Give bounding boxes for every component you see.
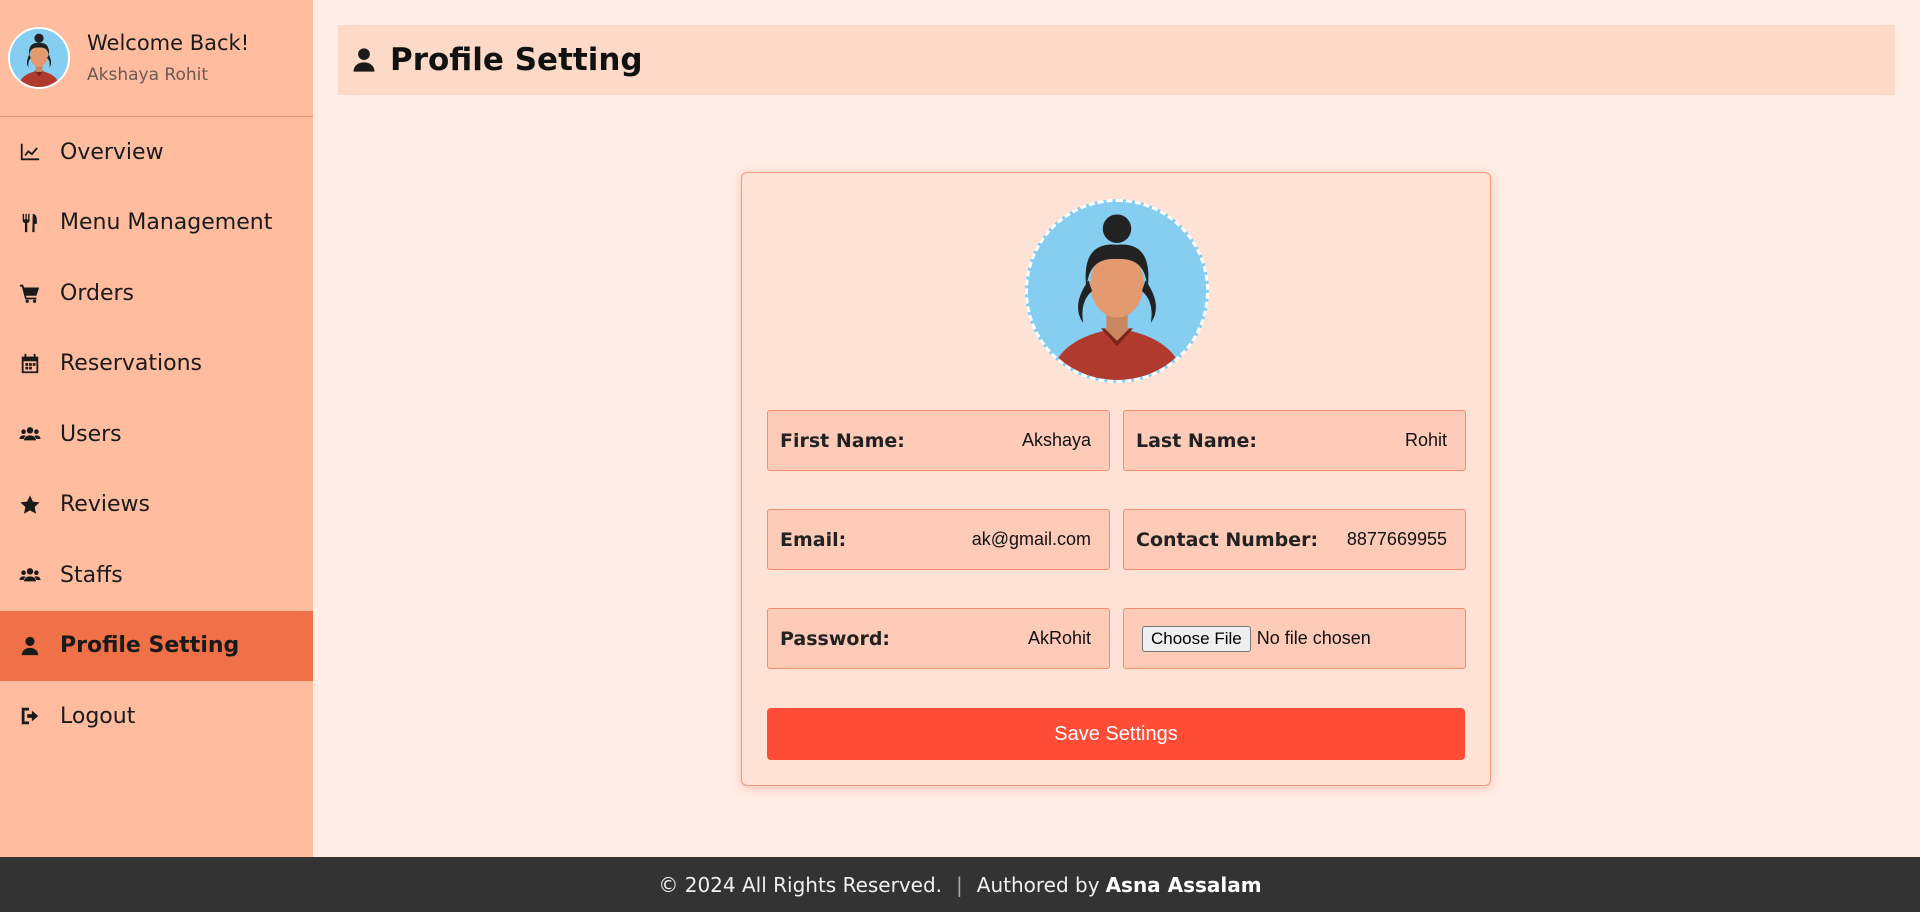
calendar-icon <box>18 352 42 376</box>
sidebar-profile-header: Welcome Back! Akshaya Rohit <box>0 0 313 117</box>
chart-line-icon <box>18 140 42 164</box>
save-settings-button[interactable]: Save Settings <box>767 708 1465 760</box>
first-name-label: First Name: <box>780 429 905 452</box>
first-name-value[interactable]: Akshaya <box>1022 430 1091 451</box>
sidebar-item-users[interactable]: Users <box>0 399 313 470</box>
avatar-illustration <box>10 29 68 87</box>
welcome-block: Welcome Back! Akshaya Rohit <box>87 31 249 85</box>
page-title: Profile Setting <box>390 42 643 78</box>
sidebar-item-staffs[interactable]: Staffs <box>0 540 313 611</box>
page-header: Profile Setting <box>338 25 1895 95</box>
last-name-field[interactable]: Last Name: Rohit <box>1123 410 1466 471</box>
sidebar-item-label: Menu Management <box>60 210 273 236</box>
sidebar: Welcome Back! Akshaya Rohit Overview Men… <box>0 0 313 857</box>
password-field[interactable]: Password: AkRohit <box>767 608 1110 669</box>
user-icon <box>18 634 42 658</box>
utensils-icon <box>18 211 42 235</box>
email-value[interactable]: ak@gmail.com <box>972 529 1091 550</box>
star-icon <box>18 493 42 517</box>
sidebar-item-label: Logout <box>60 703 136 729</box>
sign-out-icon <box>18 704 42 728</box>
sidebar-item-profile-setting[interactable]: Profile Setting <box>0 610 313 681</box>
profile-settings-card: First Name: Akshaya Last Name: Rohit Ema… <box>741 172 1491 786</box>
choose-file-button[interactable]: Choose File <box>1142 625 1251 652</box>
cart-icon <box>18 281 42 305</box>
sidebar-nav: Overview Menu Management Orders Reservat… <box>0 117 313 752</box>
user-name: Akshaya Rohit <box>87 65 209 85</box>
sidebar-item-menu-management[interactable]: Menu Management <box>0 188 313 259</box>
users-icon <box>18 563 42 587</box>
file-upload-field: Choose File No file chosen <box>1123 608 1466 669</box>
sidebar-item-label: Orders <box>60 280 134 306</box>
sidebar-item-label: Reservations <box>60 351 202 377</box>
footer: © 2024 All Rights Reserved. | Authored b… <box>0 857 1920 912</box>
contact-number-value[interactable]: 8877669955 <box>1347 529 1447 550</box>
last-name-value[interactable]: Rohit <box>1405 430 1447 451</box>
contact-number-label: Contact Number: <box>1136 528 1319 551</box>
sidebar-item-label: Overview <box>60 139 164 165</box>
contact-number-field[interactable]: Contact Number: 8877669955 <box>1123 509 1466 570</box>
email-label: Email: <box>780 528 847 551</box>
sidebar-item-label: Profile Setting <box>60 633 240 659</box>
author-name: Asna Assalam <box>1105 872 1262 897</box>
avatar-illustration <box>1028 202 1206 380</box>
authored-by-text: Authored by <box>976 872 1100 897</box>
avatar <box>8 27 70 89</box>
users-icon <box>18 422 42 446</box>
sidebar-item-reservations[interactable]: Reservations <box>0 329 313 400</box>
email-field[interactable]: Email: ak@gmail.com <box>767 509 1110 570</box>
sidebar-item-reviews[interactable]: Reviews <box>0 470 313 541</box>
sidebar-item-orders[interactable]: Orders <box>0 258 313 329</box>
first-name-field[interactable]: First Name: Akshaya <box>767 410 1110 471</box>
file-status-text: No file chosen <box>1256 628 1371 648</box>
footer-separator: | <box>956 872 963 897</box>
sidebar-item-label: Reviews <box>60 492 150 518</box>
profile-avatar[interactable] <box>1025 199 1209 383</box>
welcome-text: Welcome Back! <box>87 31 250 55</box>
password-value[interactable]: AkRohit <box>1028 628 1091 649</box>
password-label: Password: <box>780 627 891 650</box>
sidebar-item-logout[interactable]: Logout <box>0 681 313 752</box>
last-name-label: Last Name: <box>1136 429 1257 452</box>
sidebar-item-label: Staffs <box>60 562 123 588</box>
copyright-text: © 2024 All Rights Reserved. <box>658 872 943 897</box>
sidebar-item-overview[interactable]: Overview <box>0 117 313 188</box>
user-icon <box>350 45 378 75</box>
sidebar-item-label: Users <box>60 421 122 447</box>
